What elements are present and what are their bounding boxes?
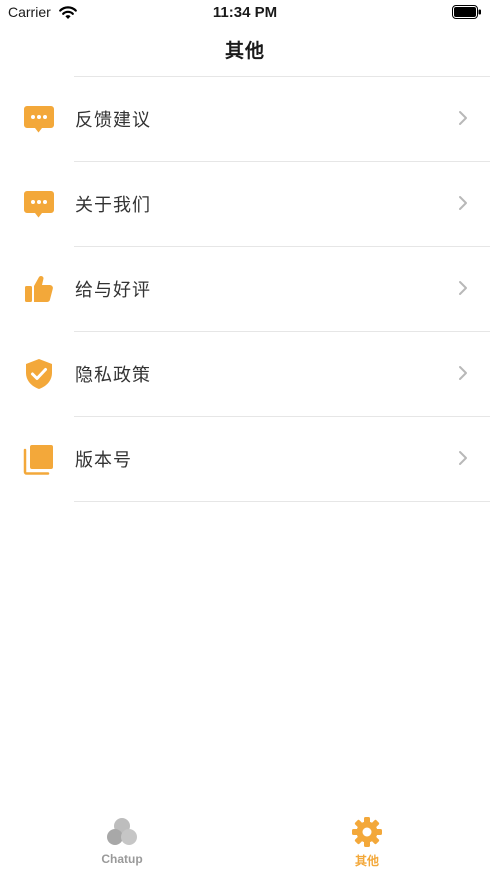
list-item-label: 给与好评 xyxy=(75,280,151,301)
chat-bubble-icon xyxy=(24,191,54,218)
list-item-about[interactable]: 关于我们 xyxy=(24,162,490,247)
gear-icon xyxy=(352,817,382,847)
chevron-right-icon xyxy=(459,366,467,380)
battery-icon xyxy=(452,5,481,19)
status-bar: Carrier 11:34 PM xyxy=(0,0,490,26)
list-item-label: 隐私政策 xyxy=(75,365,151,386)
page-title: 其他 xyxy=(224,40,265,62)
list-item-label: 版本号 xyxy=(75,450,132,471)
list-item-rate[interactable]: 给与好评 xyxy=(25,247,490,332)
tab-label: 其他 xyxy=(354,854,379,868)
list-item-feedback[interactable]: 反馈建议 xyxy=(24,77,490,162)
list-item-privacy[interactable]: 隐私政策 xyxy=(26,332,490,417)
settings-list: 反馈建议 关于我们 给与好评 隐私政策 版本号 xyxy=(0,76,490,502)
list-item-label: 关于我们 xyxy=(75,195,151,216)
status-time: 11:34 PM xyxy=(212,4,278,21)
tab-bar: Chatup 其他 xyxy=(0,810,490,876)
stacked-pages-icon xyxy=(23,445,53,475)
list-item-version[interactable]: 版本号 xyxy=(23,417,490,502)
chevron-right-icon xyxy=(459,111,467,125)
thumbs-up-icon xyxy=(25,276,53,302)
chevron-right-icon xyxy=(459,451,467,465)
tab-other[interactable]: 其他 xyxy=(307,816,427,869)
chevron-right-icon xyxy=(459,281,467,295)
chat-bubble-icon xyxy=(24,106,54,133)
circles-cluster-icon xyxy=(107,818,137,845)
chevron-right-icon xyxy=(459,196,467,210)
tab-label: Chatup xyxy=(101,852,143,866)
list-item-label: 反馈建议 xyxy=(75,110,151,131)
tab-chatup[interactable]: Chatup xyxy=(62,816,182,866)
shield-check-icon xyxy=(26,359,52,389)
